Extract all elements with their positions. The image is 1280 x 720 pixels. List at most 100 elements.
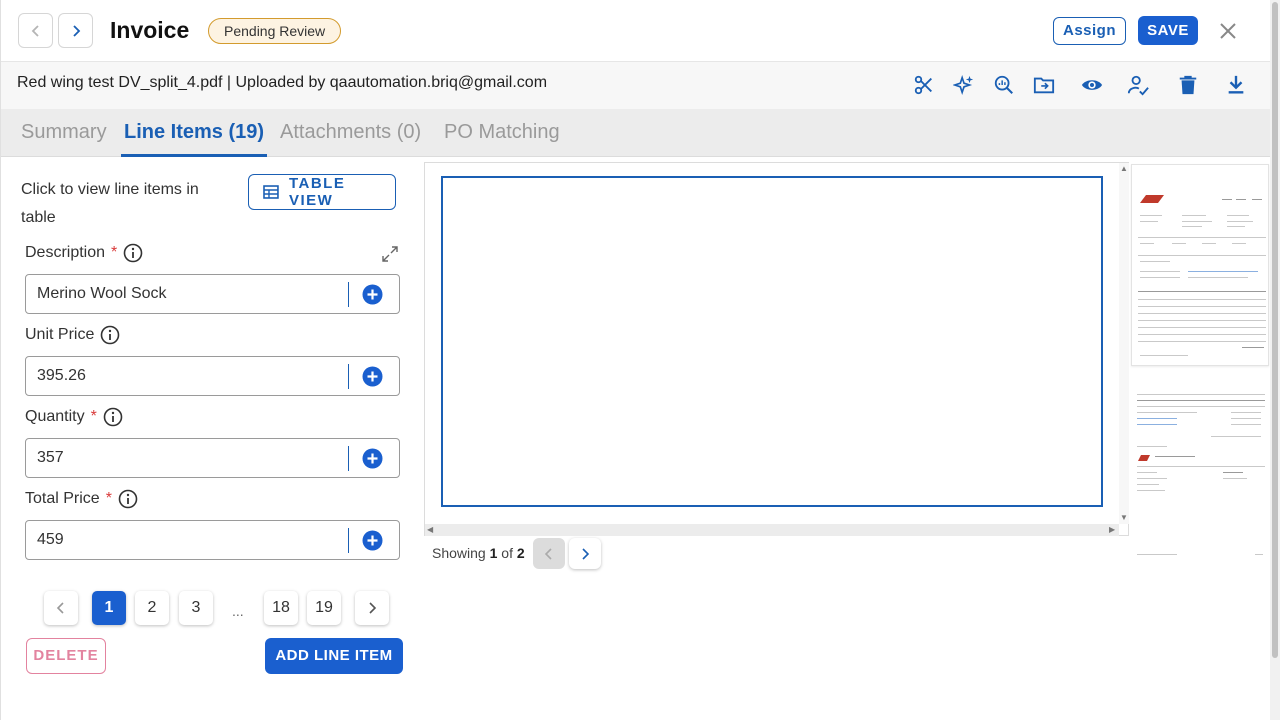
quantity-field[interactable]: 357 [25,438,400,478]
thumbnail-page-1[interactable] [1131,164,1269,366]
pager-page-3[interactable]: 3 [179,591,213,625]
close-icon[interactable] [1217,20,1239,42]
move-folder-icon [1033,77,1055,94]
quantity-value: 357 [37,449,64,466]
viewer-vertical-scrollbar[interactable]: ▲ ▼ [1119,163,1129,524]
chevron-left-icon [544,547,552,560]
pager-previous-button[interactable] [44,591,78,625]
download-icon [1228,75,1244,94]
add-circle-icon[interactable] [362,366,383,387]
active-tab-indicator [121,154,267,157]
scroll-up-arrow[interactable]: ▲ [1120,164,1128,173]
table-view-label: TABLE VIEW [288,175,346,209]
required-marker: * [111,244,118,261]
total-price-label: Total Price * [25,489,138,509]
description-value: Merino Wool Sock [37,285,167,302]
previous-invoice-button[interactable] [18,13,53,48]
download-button[interactable] [1223,72,1249,98]
zoom-analytics-icon [994,75,1013,94]
status-badge: Pending Review [208,18,342,44]
add-circle-icon[interactable] [362,284,383,305]
approver-button[interactable] [1125,72,1151,98]
pager-next-button[interactable] [355,591,389,625]
chevron-right-icon [72,24,80,37]
selected-region-box [441,176,1103,507]
tab-line-items[interactable]: Line Items (19) [124,121,264,144]
total-price-field[interactable]: 459 [25,520,400,560]
total-price-value: 459 [37,531,64,548]
description-label-text: Description [25,244,106,261]
tab-bar: Summary Line Items (19) Attachments (0) … [1,109,1271,157]
file-info-text: Red wing test DV_split_4.pdf | Uploaded … [17,74,548,91]
of-word: of [501,545,513,561]
description-field[interactable]: Merino Wool Sock [25,274,400,314]
viewer-next-page-button[interactable] [569,538,601,569]
expand-icon[interactable] [381,245,399,263]
info-icon[interactable] [100,325,120,345]
scroll-left-arrow[interactable]: ◀ [427,525,433,534]
chevron-right-icon [582,547,590,560]
table-icon [263,185,279,199]
split-tool-button[interactable] [911,72,937,98]
unit-price-value: 395.26 [37,367,86,384]
pager-ellipsis: ... [232,603,244,619]
add-circle-icon[interactable] [362,448,383,469]
assign-button[interactable]: Assign [1053,17,1126,45]
scissors-icon [914,75,932,95]
current-page: 1 [489,545,498,561]
quantity-label-text: Quantity [25,408,85,425]
scroll-right-arrow[interactable]: ▶ [1109,525,1115,534]
showing-prefix: Showing [432,545,486,561]
brand-logo-thumbnail [1140,195,1164,203]
page-indicator: Showing 1 of 2 [432,545,525,561]
page-thumbnails [1129,162,1271,566]
brand-logo-thumbnail [1138,455,1150,461]
page-title: Invoice [110,17,190,43]
quantity-label: Quantity * [25,407,123,427]
required-marker: * [90,408,97,425]
info-icon[interactable] [123,243,143,263]
page-scrollbar-thumb[interactable] [1272,2,1278,658]
chevron-left-icon [56,602,64,614]
trash-icon [1179,75,1197,95]
user-check-icon [1127,75,1149,96]
page-scrollbar[interactable] [1270,0,1280,720]
viewer-previous-page-button[interactable] [533,538,565,569]
info-icon[interactable] [118,489,138,509]
total-pages: 2 [516,545,525,561]
table-view-button[interactable]: TABLE VIEW [248,174,396,210]
required-marker: * [105,490,112,507]
invoice-modal: Invoice Pending Review Assign SAVE Red w… [0,0,1271,720]
document-viewer[interactable]: ▲ ▼ ◀ ▶ [424,162,1129,536]
viewer-horizontal-scrollbar[interactable]: ◀ ▶ [425,524,1119,536]
next-invoice-button[interactable] [58,13,93,48]
pager-page-1[interactable]: 1 [92,591,126,625]
tab-attachments[interactable]: Attachments (0) [280,121,421,144]
add-circle-icon[interactable] [362,530,383,551]
pager-page-2[interactable]: 2 [135,591,169,625]
thumbnail-page-2[interactable] [1131,386,1269,566]
analyze-button[interactable] [991,72,1017,98]
field-separator [348,528,349,553]
add-line-item-button[interactable]: ADD LINE ITEM [265,638,403,674]
unit-price-field[interactable]: 395.26 [25,356,400,396]
pager-page-19[interactable]: 19 [307,591,341,625]
header-bar: Invoice Pending Review Assign SAVE [1,0,1271,62]
scroll-down-arrow[interactable]: ▼ [1120,513,1128,522]
eye-icon [1081,80,1103,90]
total-price-label-text: Total Price [25,490,100,507]
file-info-bar: Red wing test DV_split_4.pdf | Uploaded … [1,62,1271,109]
delete-line-item-button[interactable]: DELETE [26,638,106,674]
chevron-right-icon [369,602,377,614]
unit-price-label: Unit Price [25,325,120,345]
tab-po-matching[interactable]: PO Matching [444,121,560,144]
info-icon[interactable] [103,407,123,427]
preview-button[interactable] [1079,72,1105,98]
chevron-left-icon [31,24,39,37]
delete-document-button[interactable] [1175,72,1201,98]
save-button[interactable]: SAVE [1138,16,1198,45]
pager-page-18[interactable]: 18 [264,591,298,625]
tab-summary[interactable]: Summary [21,121,107,144]
move-to-folder-button[interactable] [1031,72,1057,98]
ai-extract-button[interactable] [951,72,977,98]
